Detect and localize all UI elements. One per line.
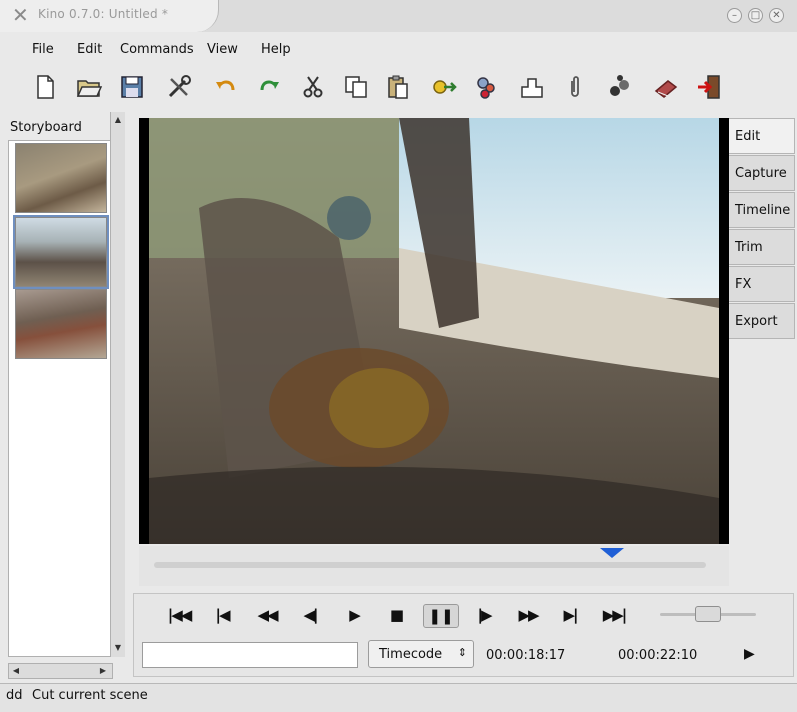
go-to-end-icon[interactable]: ▶▶| <box>598 604 630 626</box>
cut-icon[interactable] <box>298 72 328 102</box>
playhead-marker-icon[interactable] <box>600 548 625 558</box>
tools-icon[interactable] <box>164 72 194 102</box>
window-title: Kino 0.7.0: Untitled * <box>38 7 169 21</box>
spin-arrows-icon: ⇕ <box>457 646 467 659</box>
scroll-left-icon[interactable]: ◀ <box>10 665 22 677</box>
timecode-format-label: Timecode <box>379 646 443 662</box>
timecode-format-select[interactable]: Timecode ⇕ <box>368 640 474 668</box>
menu-help[interactable]: Help <box>261 42 291 57</box>
toolbar <box>8 68 788 112</box>
status-mode: dd <box>6 688 23 703</box>
scroll-right-icon[interactable]: ▶ <box>97 665 109 677</box>
tab-timeline[interactable]: Timeline <box>729 192 795 228</box>
speed-slider[interactable] <box>660 606 756 622</box>
status-bar: dd Cut current scene <box>0 683 797 712</box>
storyboard-clip[interactable] <box>15 143 107 213</box>
exit-icon[interactable] <box>694 72 724 102</box>
join-scenes-icon[interactable] <box>472 72 502 102</box>
storyboard-label: Storyboard <box>10 120 82 135</box>
maximize-button[interactable]: □ <box>748 8 763 23</box>
redo-icon[interactable] <box>254 72 284 102</box>
tab-fx[interactable]: FX <box>729 266 795 302</box>
minimize-button[interactable]: – <box>727 8 742 23</box>
insert-icon[interactable] <box>517 72 547 102</box>
play-icon[interactable]: ▶ <box>344 604 364 626</box>
new-file-icon[interactable] <box>30 72 60 102</box>
title-bar: ✕ Kino 0.7.0: Untitled * – □ ✕ <box>0 0 797 32</box>
storyboard-panel <box>8 140 111 657</box>
tab-export[interactable]: Export <box>729 303 795 339</box>
rewind-icon[interactable]: ◀◀ <box>253 604 281 626</box>
tab-edit[interactable]: Edit <box>729 118 795 154</box>
fast-forward-icon[interactable]: ▶▶ <box>514 604 542 626</box>
close-button[interactable]: ✕ <box>769 8 784 23</box>
stop-icon[interactable]: ■ <box>386 604 406 626</box>
storyboard-clip-selected[interactable] <box>13 215 109 289</box>
next-scene-icon[interactable]: ▶| <box>558 604 582 626</box>
storyboard-clip[interactable] <box>15 289 107 359</box>
timecode-input[interactable] <box>142 642 358 668</box>
menu-bar: File Edit Commands View Help <box>8 38 788 64</box>
undo-icon[interactable] <box>211 72 241 102</box>
total-timecode: 00:00:22:10 <box>618 648 698 663</box>
copy-icon[interactable] <box>341 72 371 102</box>
split-scene-icon[interactable] <box>429 72 459 102</box>
play-arrow-icon[interactable]: ▶ <box>744 646 755 662</box>
menu-view[interactable]: View <box>207 42 238 57</box>
back-frame-icon[interactable]: ◀| <box>298 604 322 626</box>
paste-icon[interactable] <box>383 72 413 102</box>
position-scrubber[interactable] <box>154 562 706 568</box>
menu-file[interactable]: File <box>32 42 54 57</box>
storyboard-vertical-scrollbar[interactable]: ▲ ▼ <box>110 112 125 657</box>
scroll-up-icon[interactable]: ▲ <box>112 114 124 126</box>
video-preview[interactable] <box>139 118 729 544</box>
storyboard-horizontal-scrollbar[interactable]: ◀ ▶ <box>8 663 113 679</box>
publish-icon[interactable] <box>651 72 681 102</box>
save-icon[interactable] <box>117 72 147 102</box>
open-folder-icon[interactable] <box>74 72 104 102</box>
go-to-start-icon[interactable]: |◀◀ <box>164 604 194 626</box>
video-frame-image <box>139 118 729 544</box>
tab-capture[interactable]: Capture <box>729 155 795 191</box>
previous-scene-icon[interactable]: |◀ <box>210 604 234 626</box>
pause-icon[interactable]: ❚❚ <box>423 604 459 628</box>
menu-commands[interactable]: Commands <box>120 42 194 57</box>
menu-edit[interactable]: Edit <box>77 42 102 57</box>
tab-trim[interactable]: Trim <box>729 229 795 265</box>
effects-icon[interactable] <box>605 72 635 102</box>
scroll-down-icon[interactable]: ▼ <box>112 642 124 654</box>
paperclip-icon[interactable] <box>560 72 590 102</box>
speed-slider-knob[interactable] <box>695 606 721 622</box>
app-logo-icon: ✕ <box>12 3 29 27</box>
current-timecode: 00:00:18:17 <box>486 648 566 663</box>
status-message: Cut current scene <box>32 688 148 703</box>
forward-frame-icon[interactable]: |▶ <box>472 604 496 626</box>
